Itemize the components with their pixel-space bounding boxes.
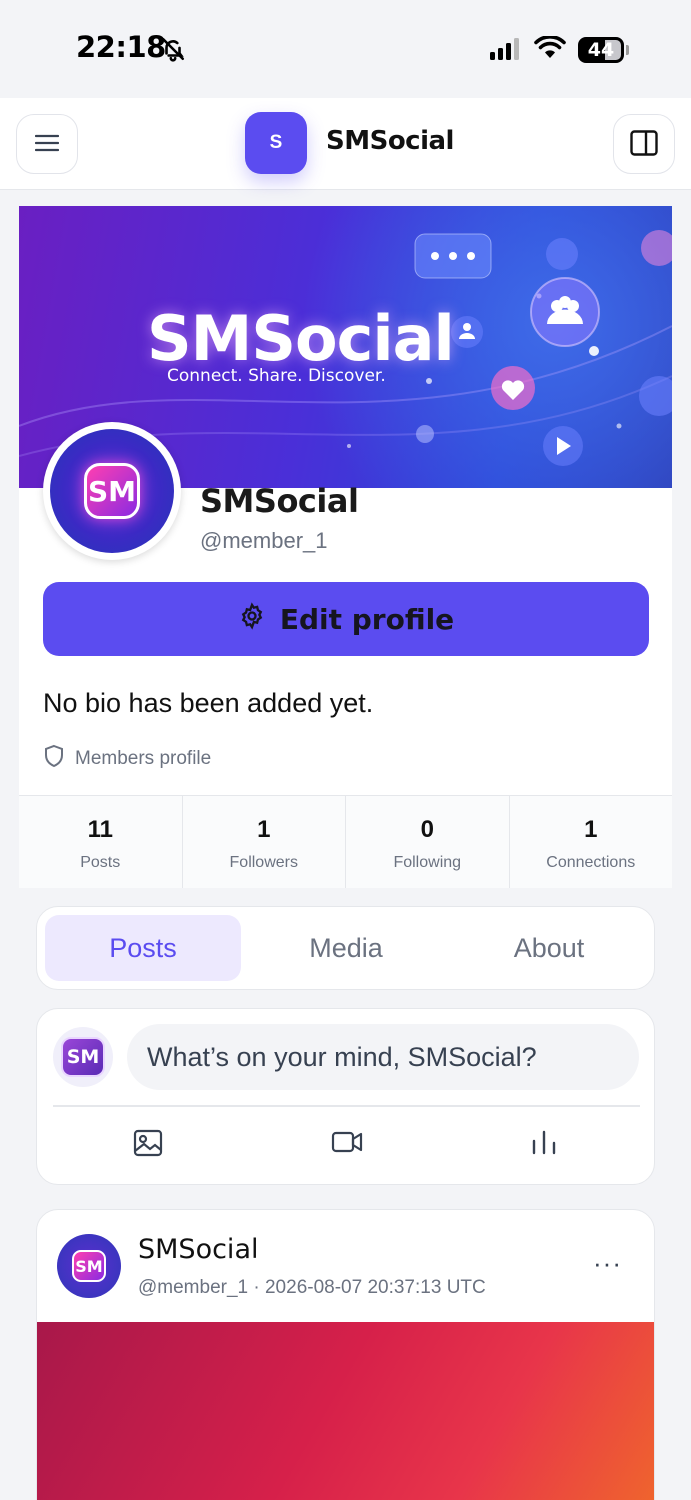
menu-button[interactable] xyxy=(16,114,78,174)
image-icon[interactable] xyxy=(133,1129,163,1162)
bell-slash-icon xyxy=(160,36,186,67)
post-avatar-logo: SM xyxy=(72,1250,106,1282)
stat-following[interactable]: 0 Following xyxy=(346,796,510,888)
post-author[interactable]: SMSocial xyxy=(138,1234,259,1265)
status-bar: 22:18 44 xyxy=(0,0,691,98)
cover-title: SMSocial xyxy=(147,302,455,375)
stat-followers[interactable]: 1 Followers xyxy=(183,796,346,888)
edit-profile-button[interactable]: Edit profile xyxy=(43,582,649,656)
sidebar-toggle-button[interactable] xyxy=(613,114,675,174)
status-time: 22:18 xyxy=(76,30,166,64)
stat-label: Posts xyxy=(80,854,121,871)
profile-card: SMSocial Connect. Share. Discover. SM SM… xyxy=(19,206,672,888)
composer-divider xyxy=(53,1105,640,1107)
profile-avatar[interactable]: SM xyxy=(43,422,181,560)
composer-avatar-logo: SM xyxy=(61,1037,105,1077)
profile-tabs: Posts Media About xyxy=(36,906,655,990)
shield-icon xyxy=(43,744,65,774)
brand-logo[interactable]: S xyxy=(245,112,307,174)
post-meta: @member_1 · 2026-08-07 20:37:13 UTC xyxy=(138,1277,486,1298)
post-image[interactable] xyxy=(37,1322,654,1500)
battery-level: 44 xyxy=(587,39,615,61)
composer-avatar: SM xyxy=(53,1027,113,1087)
tab-about[interactable]: About xyxy=(451,915,647,981)
stat-connections[interactable]: 1 Connections xyxy=(510,796,673,888)
poll-icon[interactable] xyxy=(530,1129,558,1160)
stat-label: Followers xyxy=(229,854,298,871)
more-options-icon[interactable]: ··· xyxy=(593,1248,622,1279)
stat-label: Connections xyxy=(546,854,636,871)
profile-bio: No bio has been added yet. xyxy=(43,688,374,718)
brand-name[interactable]: SMSocial xyxy=(326,126,454,156)
video-icon[interactable] xyxy=(331,1129,363,1160)
profile-handle: @member_1 xyxy=(200,528,328,553)
edit-profile-label: Edit profile xyxy=(279,602,455,636)
post-composer: SM What’s on your mind, SMSocial? xyxy=(36,1008,655,1185)
stat-value: 1 xyxy=(257,816,271,843)
gear-icon xyxy=(238,601,266,637)
battery-indicator: 44 xyxy=(578,37,624,63)
stat-label: Following xyxy=(393,854,462,871)
battery-tip xyxy=(626,45,629,55)
avatar-logo: SM xyxy=(84,463,140,519)
stat-value: 1 xyxy=(584,816,598,843)
tab-posts[interactable]: Posts xyxy=(45,915,241,981)
app-header: S SMSocial xyxy=(0,98,691,190)
cover-tagline: Connect. Share. Discover. xyxy=(167,366,386,386)
stat-posts[interactable]: 11 Posts xyxy=(19,796,183,888)
profile-type: Members profile xyxy=(43,744,211,774)
stat-value: 0 xyxy=(420,816,434,843)
profile-stats: 11 Posts 1 Followers 0 Following 1 Conne… xyxy=(19,795,672,888)
wifi-icon xyxy=(534,35,566,65)
avatar-background: SM xyxy=(50,429,174,553)
cellular-signal-icon xyxy=(490,38,520,65)
post-card: SM SMSocial @member_1 · 2026-08-07 20:37… xyxy=(36,1209,655,1500)
profile-type-label: Members profile xyxy=(75,748,212,769)
profile-name: SMSocial xyxy=(200,482,359,520)
sidebar-panel-icon xyxy=(630,129,658,159)
tab-media[interactable]: Media xyxy=(248,915,444,981)
composer-input[interactable]: What’s on your mind, SMSocial? xyxy=(127,1024,639,1090)
post-avatar[interactable]: SM xyxy=(57,1234,121,1298)
stat-value: 11 xyxy=(87,816,113,843)
hamburger-icon xyxy=(34,133,60,156)
